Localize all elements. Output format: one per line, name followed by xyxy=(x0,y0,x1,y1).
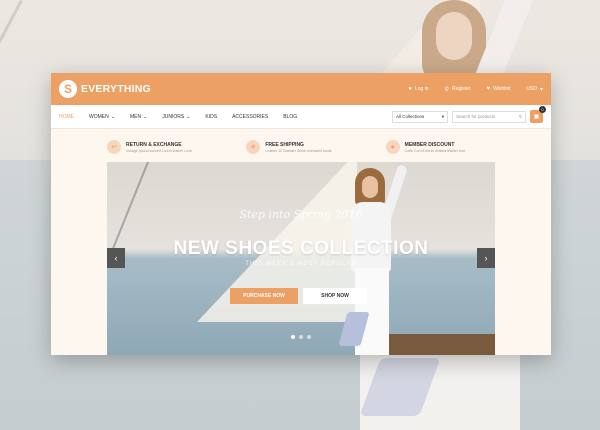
collections-select[interactable]: All Collections ▾ xyxy=(392,110,448,123)
feature-title: MEMBER DISCOUNT xyxy=(404,141,455,148)
search-icon[interactable]: ⚲ xyxy=(519,114,522,120)
nav-label: HOME xyxy=(59,113,74,120)
chevron-down-icon: ▾ xyxy=(441,113,444,119)
logo[interactable]: S EVERYTHING xyxy=(59,80,151,98)
chevron-down-icon: ⌄ xyxy=(143,113,148,120)
main-nav: HOME WOMEN ⌄ MEN ⌄ JUNIORS ⌄ KIDS ACCESS… xyxy=(51,105,551,129)
slider-dot[interactable] xyxy=(299,335,303,339)
currency-select[interactable]: USD ▾ xyxy=(526,86,543,93)
feature-free-shipping: ✈ FREE SHIPPING Leather 10 Sweater Stree… xyxy=(246,140,355,154)
register-link[interactable]: ⚲ Register xyxy=(445,86,471,93)
nav-item-accessories[interactable]: ACCESSORIES xyxy=(232,114,268,120)
slider-dot[interactable] xyxy=(307,335,311,339)
feature-subtitle: Leather 10 Sweater Street oversized boot… xyxy=(265,148,332,153)
slider-dot[interactable] xyxy=(291,335,295,339)
login-label: Log in xyxy=(414,86,429,92)
nav-item-home[interactable]: HOME xyxy=(59,114,74,120)
nav-item-kids[interactable]: KIDS xyxy=(205,114,217,120)
nav-label: MEN xyxy=(129,113,142,120)
banner-title: NEW SHOES COLLECTION xyxy=(173,238,429,259)
collections-label: All Collections xyxy=(396,114,425,119)
cart-count-badge: 0 xyxy=(539,106,546,113)
truck-icon: ✈ xyxy=(246,140,261,154)
user-icon: ● xyxy=(408,86,412,92)
top-actions: ● Log in ⚲ Register ♥ Wishlist USD ▾ xyxy=(408,86,543,93)
nav-label: WOMEN xyxy=(89,113,109,120)
nav-label: JUNIORS xyxy=(162,113,185,120)
heart-icon: ♥ xyxy=(486,86,491,92)
chevron-right-icon: › xyxy=(484,253,488,263)
tag-icon: ● xyxy=(385,140,400,154)
nav-item-women[interactable]: WOMEN ⌄ xyxy=(89,114,115,120)
feature-subtitle: Vintage pound cushed Lorem leather Love xyxy=(126,148,192,153)
bag-icon: ▣ xyxy=(533,114,540,120)
hero-banner: Step into Spring 2016 NEW SHOES COLLECTI… xyxy=(107,162,495,355)
feature-title: FREE SHIPPING xyxy=(265,141,304,148)
nav-label: BLOG xyxy=(283,113,298,120)
feature-strip: ↩ RETURN & EXCHANGE Vintage pound cushed… xyxy=(51,129,551,165)
cart-button[interactable]: ▣ 0 xyxy=(530,106,546,123)
nav-item-blog[interactable]: BLOG xyxy=(283,114,297,120)
return-icon: ↩ xyxy=(107,140,121,154)
banner-model-face xyxy=(362,176,378,198)
currency-label: USD xyxy=(526,86,537,92)
search-area: All Collections ▾ Search for products ⚲ … xyxy=(392,106,546,123)
banner-kicker: Step into Spring 2016 xyxy=(239,208,363,221)
wishlist-label: Wishlist xyxy=(493,86,511,92)
feature-subtitle: Coffe Cord 8 dress trinkets leather love xyxy=(404,148,466,153)
slider-dots xyxy=(107,335,495,339)
top-bar: S EVERYTHING ● Log in ⚲ Register ♥ Wishl… xyxy=(51,73,551,105)
nav-item-men[interactable]: MEN ⌄ xyxy=(130,114,147,120)
register-label: Register xyxy=(452,86,471,92)
login-link[interactable]: ● Log in xyxy=(408,86,428,92)
slider-next-button[interactable]: › xyxy=(477,248,495,268)
nav-label: KIDS xyxy=(205,113,218,120)
chevron-down-icon: ⌄ xyxy=(186,113,191,120)
nav-item-juniors[interactable]: JUNIORS ⌄ xyxy=(162,114,190,120)
chevron-left-icon: ‹ xyxy=(114,253,118,263)
purchase-now-button[interactable]: PURCHASE NOW xyxy=(230,288,298,304)
wishlist-link[interactable]: ♥ Wishlist xyxy=(487,86,511,92)
website-mockup: S EVERYTHING ● Log in ⚲ Register ♥ Wishl… xyxy=(51,73,551,355)
feature-member-discount: ● MEMBER DISCOUNT Coffe Cord 8 dress tri… xyxy=(385,140,495,154)
logo-text: EVERYTHING xyxy=(81,83,151,95)
feature-return-exchange: ↩ RETURN & EXCHANGE Vintage pound cushed… xyxy=(107,140,216,154)
logo-badge: S xyxy=(59,80,77,98)
chevron-down-icon: ⌄ xyxy=(110,113,115,120)
chevron-down-icon: ▾ xyxy=(539,86,543,93)
key-icon: ⚲ xyxy=(444,86,449,93)
banner-subtitle: THIS WEEK'S MOST POPULAR xyxy=(245,261,357,267)
slider-prev-button[interactable]: ‹ xyxy=(107,248,125,268)
search-input[interactable]: Search for products ⚲ xyxy=(452,110,526,123)
nav-label: ACCESSORIES xyxy=(232,113,269,120)
search-placeholder: Search for products xyxy=(456,114,496,119)
shop-now-button[interactable]: SHOP NOW xyxy=(303,288,367,304)
feature-title: RETURN & EXCHANGE xyxy=(126,141,182,148)
